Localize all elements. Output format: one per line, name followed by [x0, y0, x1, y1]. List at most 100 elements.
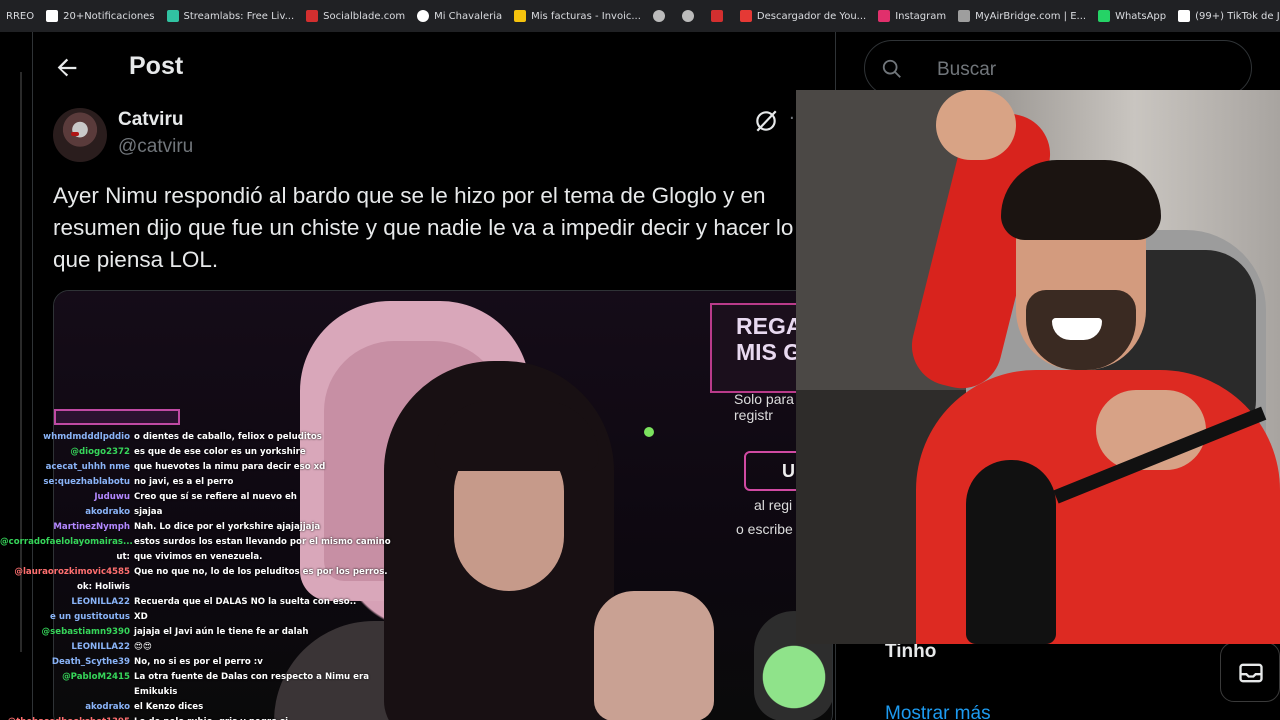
chat-username: acecat_uhhh nme	[45, 462, 130, 472]
bookmark-label: 20+Notificaciones	[63, 10, 155, 22]
bookmark-label: WhatsApp	[1115, 10, 1167, 22]
bookmark-item[interactable]: RREO	[0, 0, 40, 32]
post-text: Ayer Nimu respondió al bardo que se le h…	[53, 180, 835, 276]
chat-message: LEONILLA22 Recuerda que el DALAS NO la su…	[0, 597, 400, 612]
instagram-icon	[878, 10, 891, 22]
streamer-hands	[594, 591, 714, 720]
chat-username: e un gustitoutus	[50, 612, 130, 622]
chat-username: @PabloM2415	[62, 672, 130, 682]
chat-username: ok: Holiwis	[76, 582, 130, 592]
bookmark-label: RREO	[6, 10, 35, 22]
chat-message: akodrako sjajaa	[0, 507, 400, 522]
streamer-bangs	[434, 401, 599, 471]
chat-text: estos surdos los estan llevando por el m…	[134, 537, 391, 547]
bookmark-label: Streamlabs: Free Liv...	[183, 10, 295, 22]
chat-text: No, no si es por el perro :v	[134, 657, 263, 667]
microphone	[966, 460, 1056, 644]
chat-message: e un gustitoutus XD	[0, 612, 400, 627]
chat-username: @lauraorozkimovic4585	[14, 567, 130, 577]
chat-username: LEONILLA22	[71, 597, 130, 607]
chat-text: o dientes de caballo, feliox o peluditos	[134, 432, 322, 442]
author-name[interactable]: Catviru	[118, 109, 183, 131]
chat-username: @corradofaelolayomairas...	[0, 537, 133, 547]
trend-item[interactable]: Tinho	[885, 641, 936, 663]
bookmark-label: MyAirBridge.com | E...	[975, 10, 1087, 22]
bookmark-item[interactable]: WhatsApp	[1092, 0, 1172, 32]
bookmark-item[interactable]: Instagram	[872, 0, 952, 32]
bookmark-item[interactable]: (99+) TikTok de Javi...	[1172, 0, 1280, 32]
globe-icon	[417, 10, 430, 22]
stream-overlay-panel	[54, 409, 180, 425]
bookmark-item[interactable]	[647, 0, 676, 32]
red-icon	[710, 10, 723, 22]
chat-message: @corradofaelolayomairas... estos surdos l…	[0, 537, 400, 552]
bookmark-item[interactable]: Socialblade.com	[300, 0, 411, 32]
chat-message: Juduwu Creo que sí se refiere al nuevo eh	[0, 492, 400, 507]
bookmark-label: Instagram	[895, 10, 947, 22]
chat-username: Death_Scythe39	[51, 657, 130, 667]
chat-message: akodrako el Kenzo dices	[0, 702, 400, 717]
author-handle[interactable]: @catviru	[118, 136, 193, 158]
post-text-line: resumen dijo que fue un chiste y que nad…	[53, 215, 794, 240]
status-light	[644, 427, 654, 437]
chat-username: Juduwu	[94, 492, 130, 502]
bookmark-item[interactable]	[676, 0, 705, 32]
chat-message: LEONILLA22 😍😍	[0, 642, 400, 657]
bookmark-item[interactable]: Mi Chavaleria	[411, 0, 508, 32]
chat-text: sjajaa	[134, 507, 163, 517]
bookmark-item[interactable]: MyAirBridge.com | E...	[952, 0, 1092, 32]
tiktok-icon	[1178, 10, 1191, 22]
show-more-link[interactable]: Mostrar más	[885, 703, 991, 720]
bookmark-item[interactable]: Mis facturas - Invoic...	[508, 0, 647, 32]
chat-message: @sebastiamn9390 jajaja el Javi aún le tie…	[0, 627, 400, 642]
chat-text: no javi, es a el perro	[134, 477, 234, 487]
chat-text: Emikukis	[134, 687, 178, 697]
author-avatar[interactable]	[53, 108, 107, 162]
bookmark-label: Mi Chavaleria	[434, 10, 503, 22]
x-icon	[46, 10, 59, 22]
promo-text-2: al regi	[754, 497, 793, 513]
chat-text: jajaja el Javi aún le tiene fe ar dalah	[134, 627, 309, 637]
bookmark-label: Mis facturas - Invoic...	[531, 10, 641, 22]
back-arrow-icon[interactable]	[53, 54, 81, 82]
chat-username: LEONILLA22	[71, 642, 130, 652]
bookmark-label: Socialblade.com	[323, 10, 406, 22]
chat-message: MartinezNymph Nah. Lo dice por el yorkshi…	[0, 522, 400, 537]
chat-text: es que de ese color es un yorkshire	[134, 447, 306, 457]
globe-icon	[681, 10, 694, 22]
chat-message: @PabloM2415 La otra fuente de Dalas con r…	[0, 672, 400, 687]
search-placeholder[interactable]: Buscar	[937, 59, 996, 81]
search-box[interactable]: Buscar	[864, 40, 1252, 96]
raised-hand	[936, 90, 1016, 160]
chat-username: @diogo2372	[70, 447, 130, 457]
chat-username: ut:	[116, 552, 130, 562]
chat-text: Que no que no, lo de los peluditos es po…	[134, 567, 388, 577]
bookmark-item[interactable]: Descargador de You...	[734, 0, 872, 32]
stream-chat-overlay: whmdmdddlpddio o dientes de caballo, feli…	[0, 432, 400, 720]
whatsapp-icon	[1098, 10, 1111, 22]
bookmark-label: (99+) TikTok de Javi...	[1195, 10, 1280, 22]
messages-button[interactable]	[1220, 642, 1280, 702]
chat-text: que huevotes la nimu para decir eso xd	[134, 462, 326, 472]
chat-username: @sebastiamn9390	[41, 627, 130, 637]
bookmark-item[interactable]: Streamlabs: Free Liv...	[161, 0, 301, 32]
chat-message: Emikukis	[0, 687, 400, 702]
invoice-icon	[514, 10, 527, 22]
chat-message: se:quezhablabotu no javi, es a el perro	[0, 477, 400, 492]
chat-text: 😍😍	[134, 642, 152, 652]
socialblade-icon	[306, 10, 319, 22]
post-header: Post	[33, 32, 835, 104]
grok-icon[interactable]	[753, 108, 779, 134]
promo-text-line: Solo para	[734, 391, 794, 407]
chat-message: @diogo2372 es que de ese color es un york…	[0, 447, 400, 462]
chat-text: el Kenzo dices	[134, 702, 204, 712]
bookmark-item[interactable]: 20+Notificaciones	[40, 0, 160, 32]
bookmark-item[interactable]	[705, 0, 734, 32]
chat-message: acecat_uhhh nme que huevotes la nimu para…	[0, 462, 400, 477]
post-text-line: que piensa LOL.	[53, 247, 219, 272]
envelope-icon	[1239, 663, 1263, 683]
promo-button-label: U	[782, 461, 795, 481]
promo-text: Solo para registr	[734, 391, 794, 423]
chat-username: akodrako	[85, 702, 130, 712]
streamlabs-icon	[166, 10, 179, 22]
